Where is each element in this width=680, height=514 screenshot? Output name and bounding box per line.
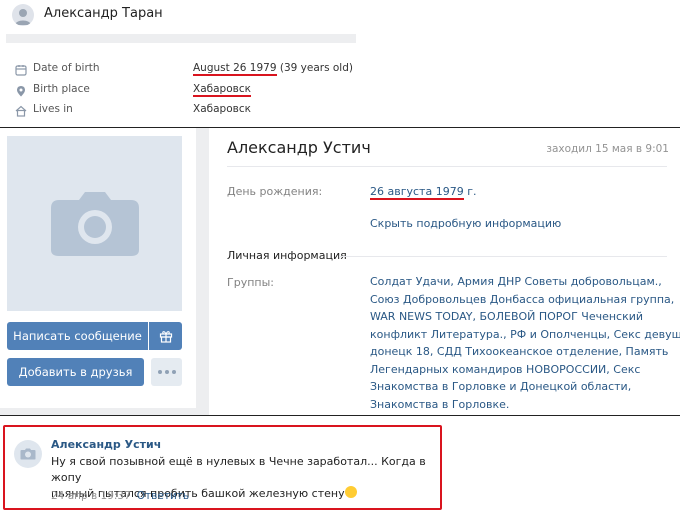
info-label: Birth place	[33, 83, 90, 95]
info-row-birth-date: Date of birth August 26 1979 (39 years o…	[0, 61, 680, 79]
info-label: Date of birth	[33, 62, 100, 74]
more-actions-button[interactable]	[151, 358, 182, 386]
home-icon	[15, 105, 27, 117]
left-column: Написать сообщение Добавить в друзья	[0, 128, 196, 408]
divider	[339, 256, 667, 257]
info-row-birth-place: Birth place Хабаровск	[0, 82, 680, 100]
comment-date[interactable]: 24 апр в 19:37	[51, 490, 131, 502]
info-row-lives-in: Lives in Хабаровск	[0, 102, 680, 120]
groups-line[interactable]: Солдат Удачи, Армия ДНР Советы доброволь…	[370, 275, 662, 288]
add-friend-button[interactable]: Добавить в друзья	[7, 358, 144, 386]
profile-photo[interactable]	[7, 136, 182, 311]
groups-line[interactable]: Легендарных командиров НОВОРОССИИ, Секс	[370, 363, 640, 376]
birth-place-link[interactable]: Хабаровск	[193, 83, 251, 97]
groups-line[interactable]: Знакомства в Горловке.	[370, 398, 509, 411]
birthday-value: 26 августа 1979 г.	[370, 185, 477, 200]
groups-line[interactable]: донецк 18, СДД Тихоокеанское отделение, …	[370, 345, 668, 358]
gift-button[interactable]	[149, 322, 182, 350]
comment-author[interactable]: Александр Устич	[51, 438, 161, 451]
profile-panel-english: Александр Таран Date of birth August 26 …	[0, 0, 680, 128]
comment-panel: Александр Устич Ну я свой позывной ещё в…	[0, 416, 680, 514]
camera-icon	[50, 191, 139, 256]
divider	[227, 166, 667, 167]
last-seen-status: заходил 15 мая в 9:01	[546, 143, 669, 155]
page-title: Александр Устич	[227, 138, 371, 157]
groups-label: Группы:	[227, 276, 274, 289]
dot-icon	[164, 370, 169, 374]
birthday-link[interactable]: 26 августа 1979	[370, 185, 464, 200]
birthday-suffix: г.	[463, 185, 477, 198]
comment-highlight-box: Александр Устич Ну я свой позывной ещё в…	[3, 425, 442, 510]
profile-info: Александр Устич заходил 15 мая в 9:01 Де…	[209, 128, 680, 415]
divider-bar	[6, 34, 356, 43]
reply-link[interactable]: Ответить	[137, 490, 189, 502]
comment-avatar[interactable]	[14, 440, 42, 468]
lives-in-link[interactable]: Хабаровск	[193, 103, 251, 115]
dot-icon	[157, 370, 162, 374]
info-value: Хабаровск	[193, 83, 251, 97]
calendar-icon	[15, 65, 27, 76]
toggle-details-link[interactable]: Скрыть подробную информацию	[370, 217, 561, 230]
gift-icon	[159, 331, 172, 343]
laughing-emoji-icon	[344, 486, 357, 498]
dot-icon	[171, 370, 176, 374]
info-value: August 26 1979 (39 years old)	[193, 62, 353, 76]
avatar[interactable]	[12, 4, 34, 26]
groups-line[interactable]: Знакомства в Горловке и Донецкой области…	[370, 380, 631, 393]
groups-line[interactable]: Союз Добровольцев Донбасса официальная г…	[370, 293, 674, 306]
comment-meta: 24 апр в 19:37 Ответить	[51, 490, 189, 502]
info-label: Lives in	[33, 103, 73, 115]
send-message-button[interactable]: Написать сообщение	[7, 322, 148, 350]
location-pin-icon	[17, 86, 25, 97]
groups-list: Солдат Удачи, Армия ДНР Советы доброволь…	[370, 273, 680, 413]
user-silhouette-icon	[15, 9, 31, 25]
camera-icon	[20, 448, 36, 460]
groups-line[interactable]: конфликт Литература., РФ и Ополченцы, Се…	[370, 328, 680, 341]
groups-line[interactable]: WAR NEWS TODAY, БОЛЕВОЙ ПОРОГ Чеченский	[370, 310, 643, 323]
profile-name: Александр Таран	[44, 6, 163, 21]
section-title: Личная информация	[227, 249, 347, 262]
age-text: (39 years old)	[276, 62, 353, 74]
birth-date-link[interactable]: August 26 1979	[193, 62, 277, 76]
comment-line: Ну я свой позывной ещё в нулевых в Чечне…	[51, 455, 426, 484]
birthday-label: День рождения:	[227, 185, 323, 198]
profile-panel-russian: Написать сообщение Добавить в друзья Але…	[0, 128, 680, 415]
